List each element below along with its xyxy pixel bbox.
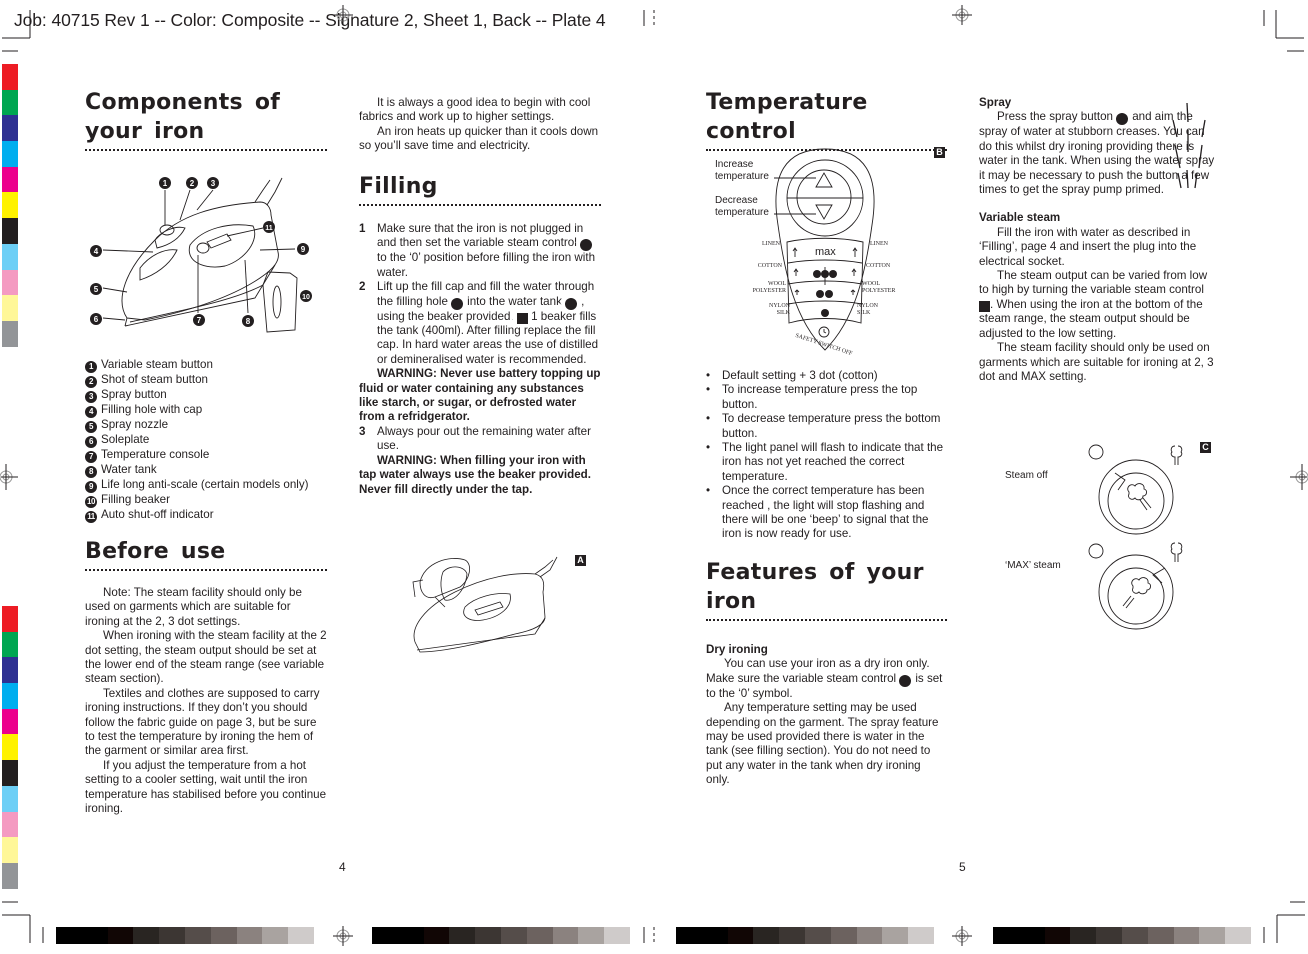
- page-number-left: 4: [339, 860, 346, 874]
- before-use-paragraph: Textiles and clothes are supposed to car…: [85, 686, 320, 758]
- svg-text:7: 7: [197, 316, 202, 325]
- figure-label-b: B: [934, 147, 945, 158]
- component-item: 5 Spray nozzle: [85, 418, 335, 433]
- temperature-bullet: Default setting + 3 dot (cotton): [704, 369, 950, 383]
- before-use-heading: Before use: [85, 537, 327, 571]
- filling-step-3: 3 Always pour out the remaining water aft…: [359, 424, 591, 453]
- temperature-heading: Temperature control: [706, 88, 947, 151]
- dry-ironing-paragraph: Any temperature setting may be used depe…: [706, 701, 939, 787]
- component-item: 2 Shot of steam button: [85, 373, 335, 388]
- decrease-button-icon[interactable]: [815, 204, 833, 220]
- spray-paragraph: Press the spray button 3and aim the spra…: [979, 110, 1215, 197]
- figure-label-a: A: [575, 555, 586, 566]
- spray-lines-illustration: [1172, 102, 1206, 189]
- temperature-section: Temperature control: [706, 88, 947, 151]
- svg-text:6: 6: [94, 315, 99, 324]
- svg-text:10: 10: [302, 294, 310, 301]
- svg-text:3: 3: [211, 179, 216, 188]
- temperature-bullet: To increase temperature press the top bu…: [704, 383, 950, 412]
- temperature-bullet: To decrease temperature press the bottom…: [704, 412, 950, 441]
- iron-components-diagram: 1 2 3 4 5 6 7 8 9 10 11: [90, 177, 312, 333]
- temperature-bullet: The light panel will flash to indicate t…: [704, 441, 950, 484]
- before-use-paragraph: If you adjust the temperature from a hot…: [85, 758, 327, 816]
- svg-text:2: 2: [190, 179, 195, 188]
- component-item: 6 Soleplate: [85, 433, 335, 448]
- variable-steam-paragraph: The steam facility should only be used o…: [979, 341, 1214, 383]
- fabric-left-linen: LINEN: [762, 241, 780, 247]
- filling-warning-2: WARNING: When filling your iron with tap…: [359, 453, 591, 496]
- intro-text: It is always a good idea to begin with c…: [359, 96, 599, 154]
- increase-button-icon[interactable]: [815, 172, 833, 188]
- intro-paragraph: It is always a good idea to begin with c…: [359, 96, 591, 124]
- filling-heading: Filling: [359, 172, 601, 206]
- steam-off-dial[interactable]: [1098, 459, 1174, 535]
- temperature-bullets: Default setting + 3 dot (cotton) To incr…: [704, 369, 950, 542]
- svg-text:4: 4: [94, 247, 99, 256]
- components-heading: Components of your iron: [85, 88, 327, 151]
- component-item: 1 Variable steam button: [85, 358, 335, 373]
- component-item: 3 Spray button: [85, 388, 335, 403]
- variable-steam-heading: Variable steam: [979, 211, 1061, 225]
- fabric-right-wool: WOOL POLYESTER: [862, 281, 896, 294]
- steam-off-label: Steam off: [1005, 470, 1048, 481]
- dry-ironing-paragraph: You can use your iron as a dry iron only…: [706, 657, 943, 700]
- filling-step-1: 1 Make sure that the iron is not plugged …: [359, 222, 596, 279]
- filling-step-2: 2 Lift up the fill cap and fill the water…: [359, 280, 599, 366]
- fabric-right-cotton: COTTON: [866, 263, 891, 269]
- svg-text:8: 8: [246, 317, 251, 326]
- before-use-paragraph: When ironing with the steam facility at …: [85, 629, 327, 686]
- variable-steam-paragraph: Fill the iron with water as described in…: [979, 225, 1197, 268]
- component-item: 11 Auto shut-off indicator: [85, 508, 335, 523]
- fabric-right-nylon: NYLON SILK: [857, 303, 878, 316]
- filling-warning-1: WARNING: Never use battery topping up fl…: [359, 367, 601, 424]
- components-section: Components of your iron: [85, 88, 327, 151]
- component-item: 8 Water tank: [85, 463, 335, 478]
- component-item: 7 Temperature console: [85, 448, 335, 463]
- before-use-paragraph: Note: The steam facility should only be …: [85, 586, 302, 628]
- dry-ironing-heading: Dry ironing: [706, 643, 768, 656]
- max-steam-label: ‘MAX’ steam: [1005, 560, 1061, 571]
- fabric-left-wool: WOOL POLYESTER: [752, 281, 786, 294]
- svg-text:11: 11: [265, 225, 273, 232]
- filling-section: Filling 1 Make sure that the iron is not …: [359, 172, 601, 497]
- filling-iron-illustration: [412, 556, 558, 653]
- fabric-right-linen: LINEN: [870, 241, 888, 247]
- page-number-right: 5: [959, 860, 966, 874]
- steam-dial-diagram: [1088, 444, 1183, 630]
- before-use-section: Before use Note: The steam facility shou…: [85, 537, 327, 817]
- svg-text:9: 9: [301, 245, 306, 254]
- component-item: 9 Life long anti-scale (certain models on…: [85, 478, 335, 493]
- component-item: 10 Filling beaker: [85, 493, 335, 508]
- figure-label-c: C: [1200, 442, 1211, 453]
- features-heading: Features of your iron: [706, 558, 947, 621]
- console-max-label: max: [815, 246, 836, 258]
- components-list: 1 Variable steam button 2 Shot of steam bu…: [85, 358, 335, 523]
- intro-paragraph: An iron heats up quicker than it cools d…: [359, 124, 599, 153]
- component-item: 4 Filling hole with cap: [85, 403, 335, 418]
- svg-text:1: 1: [163, 179, 168, 188]
- variable-steam-paragraph: The steam output can be varied from low …: [979, 269, 1208, 340]
- temperature-bullet: Once the correct temperature has been re…: [704, 484, 950, 542]
- svg-text:5: 5: [94, 285, 99, 294]
- fabric-left-nylon: NYLON SILK: [769, 303, 790, 316]
- features-section: Features of your iron Dry ironing You ca…: [706, 558, 947, 788]
- fabric-left-cotton: COTTON: [757, 263, 782, 269]
- max-steam-dial[interactable]: [1098, 554, 1174, 630]
